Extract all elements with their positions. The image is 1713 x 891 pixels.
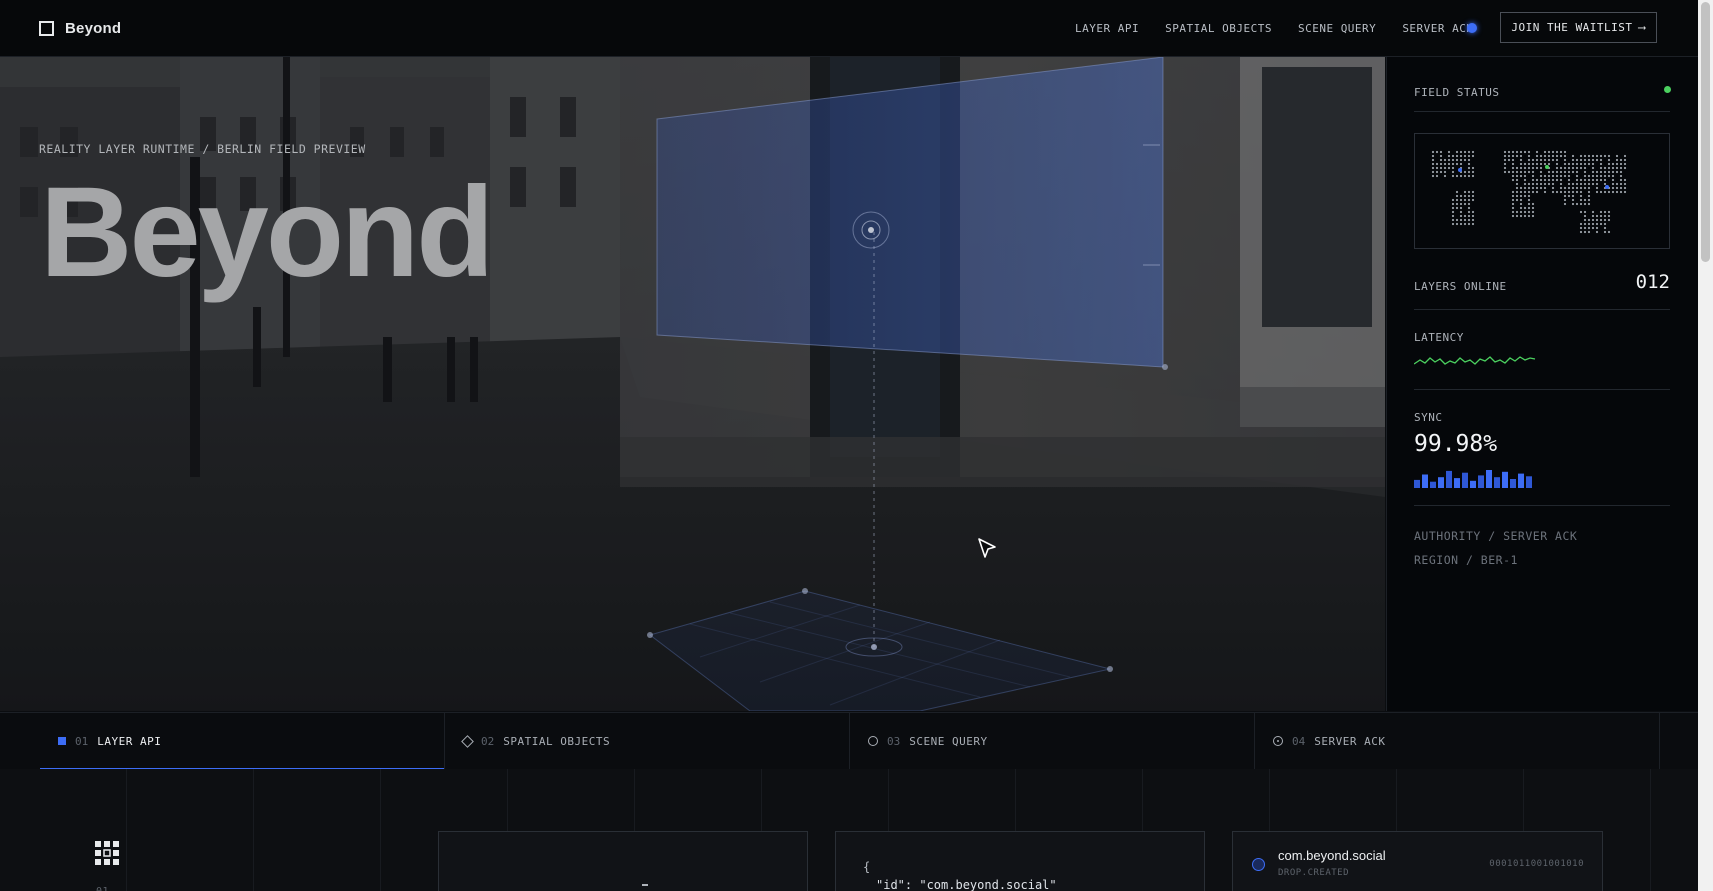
tab-label: SPATIAL OBJECTS bbox=[503, 734, 611, 748]
code-card: { "id": "com.beyond.social" bbox=[835, 831, 1205, 891]
sync-bar bbox=[1502, 471, 1508, 488]
join-waitlist-button[interactable]: JOIN THE WAITLIST ⟶ bbox=[1500, 12, 1657, 43]
live-indicator-dot bbox=[1467, 23, 1477, 33]
tab-number: 04 bbox=[1292, 734, 1306, 748]
status-online-dot bbox=[1664, 86, 1671, 93]
sync-bar bbox=[1422, 474, 1428, 488]
sync-bar bbox=[1430, 481, 1436, 488]
lower-section: 01 { "id": "com.beyond.social" com.beyon… bbox=[0, 769, 1698, 891]
hero-kicker: REALITY LAYER RUNTIME / BERLIN FIELD PRE… bbox=[39, 142, 366, 156]
layers-online-value: 012 bbox=[1635, 271, 1670, 293]
feature-tabs: 01 LAYER API 02 SPATIAL OBJECTS 03 SCENE… bbox=[0, 712, 1698, 770]
tab-label: SCENE QUERY bbox=[909, 734, 988, 748]
sync-bar bbox=[1494, 477, 1500, 488]
sync-bar bbox=[1438, 477, 1444, 488]
pointer-cursor-icon bbox=[978, 538, 996, 558]
divider bbox=[1414, 111, 1670, 112]
circle-outline-icon bbox=[868, 736, 878, 746]
field-status-label: FIELD STATUS bbox=[1414, 86, 1500, 99]
join-waitlist-label: JOIN THE WAITLIST bbox=[1511, 21, 1633, 34]
event-title: com.beyond.social bbox=[1278, 848, 1386, 863]
tab-number: 03 bbox=[887, 734, 901, 748]
region-row: REGION / BER-1 bbox=[1414, 551, 1670, 569]
tab-number: 02 bbox=[481, 734, 495, 748]
sync-value: 99.98% bbox=[1414, 431, 1498, 457]
card-marker bbox=[642, 884, 648, 886]
diamond-icon bbox=[461, 734, 474, 748]
brand-name: Beyond bbox=[65, 19, 122, 37]
tab-server-ack[interactable]: 04 SERVER ACK bbox=[1255, 713, 1660, 769]
nav-link-layer-api[interactable]: LAYER API bbox=[1075, 22, 1139, 35]
grid-blocks-icon bbox=[95, 841, 119, 865]
latency-row: LATENCY bbox=[1414, 328, 1670, 346]
tab-number: 01 bbox=[75, 734, 89, 748]
sync-bar bbox=[1446, 470, 1452, 488]
sync-bar bbox=[1486, 470, 1492, 488]
code-line-id: "id": "com.beyond.social" bbox=[876, 878, 1057, 891]
arrow-right-icon: ⟶ bbox=[1638, 21, 1646, 34]
sync-bar bbox=[1470, 480, 1476, 488]
brand-square-icon bbox=[39, 20, 54, 36]
code-open-brace: { bbox=[863, 860, 871, 874]
nav-links: LAYER API SPATIAL OBJECTS SCENE QUERY SE… bbox=[1075, 0, 1474, 56]
nav-link-server-ack[interactable]: SERVER ACK bbox=[1402, 22, 1473, 35]
nav-link-spatial-objects[interactable]: SPATIAL OBJECTS bbox=[1165, 22, 1272, 35]
brand[interactable]: Beyond bbox=[39, 20, 121, 37]
tab-label: SERVER ACK bbox=[1314, 734, 1386, 748]
event-card: com.beyond.social DROP.CREATED 000101100… bbox=[1232, 831, 1603, 891]
authority-row: AUTHORITY / SERVER ACK bbox=[1414, 527, 1670, 545]
tab-spatial-objects[interactable]: 02 SPATIAL OBJECTS bbox=[445, 713, 850, 769]
latency-sparkline bbox=[1414, 356, 1536, 365]
world-map-dots-icon bbox=[1431, 150, 1627, 234]
sync-bar bbox=[1454, 478, 1460, 488]
square-icon bbox=[58, 737, 66, 745]
hero-title: Beyond bbox=[40, 161, 494, 304]
divider bbox=[1414, 389, 1670, 390]
layers-online-row: LAYERS ONLINE 012 bbox=[1414, 271, 1670, 301]
sync-bar bbox=[1510, 479, 1516, 488]
tab-scene-query[interactable]: 03 SCENE QUERY bbox=[850, 713, 1255, 769]
world-map bbox=[1414, 133, 1670, 249]
grid-number: 01 bbox=[96, 886, 109, 891]
sync-bar bbox=[1518, 473, 1524, 488]
event-subtitle: DROP.CREATED bbox=[1278, 868, 1350, 878]
target-icon bbox=[1273, 736, 1283, 746]
event-status-icon bbox=[1252, 858, 1265, 871]
top-nav: Beyond LAYER API SPATIAL OBJECTS SCENE Q… bbox=[0, 0, 1698, 57]
divider bbox=[1414, 309, 1670, 310]
tab-layer-api[interactable]: 01 LAYER API bbox=[40, 713, 445, 770]
authority-text: AUTHORITY / SERVER ACK bbox=[1414, 529, 1578, 543]
event-binary: 0001011001001010 bbox=[1489, 859, 1584, 869]
tab-label: LAYER API bbox=[97, 734, 162, 748]
sync-row: SYNC bbox=[1414, 408, 1670, 426]
preview-card bbox=[438, 831, 808, 891]
nav-link-scene-query[interactable]: SCENE QUERY bbox=[1298, 22, 1376, 35]
layers-online-label: LAYERS ONLINE bbox=[1414, 280, 1507, 293]
sync-bar bbox=[1414, 479, 1420, 488]
divider bbox=[1414, 505, 1670, 506]
sync-bar bbox=[1526, 476, 1532, 488]
region-text: REGION / BER-1 bbox=[1414, 553, 1518, 567]
sync-bar-chart bbox=[1414, 470, 1532, 488]
sync-label: SYNC bbox=[1414, 411, 1443, 424]
latency-label: LATENCY bbox=[1414, 331, 1464, 344]
sync-bar bbox=[1462, 472, 1468, 488]
field-status-header: FIELD STATUS bbox=[1414, 83, 1670, 101]
hero-scene: REALITY LAYER RUNTIME / BERLIN FIELD PRE… bbox=[0, 57, 1385, 711]
scrollbar-thumb[interactable] bbox=[1701, 2, 1710, 262]
field-status-panel: FIELD STATUS LAYERS ONLINE 012 LATENCY S… bbox=[1386, 57, 1699, 711]
sync-value-row: 99.98% bbox=[1414, 431, 1670, 457]
sync-bar bbox=[1478, 475, 1484, 488]
